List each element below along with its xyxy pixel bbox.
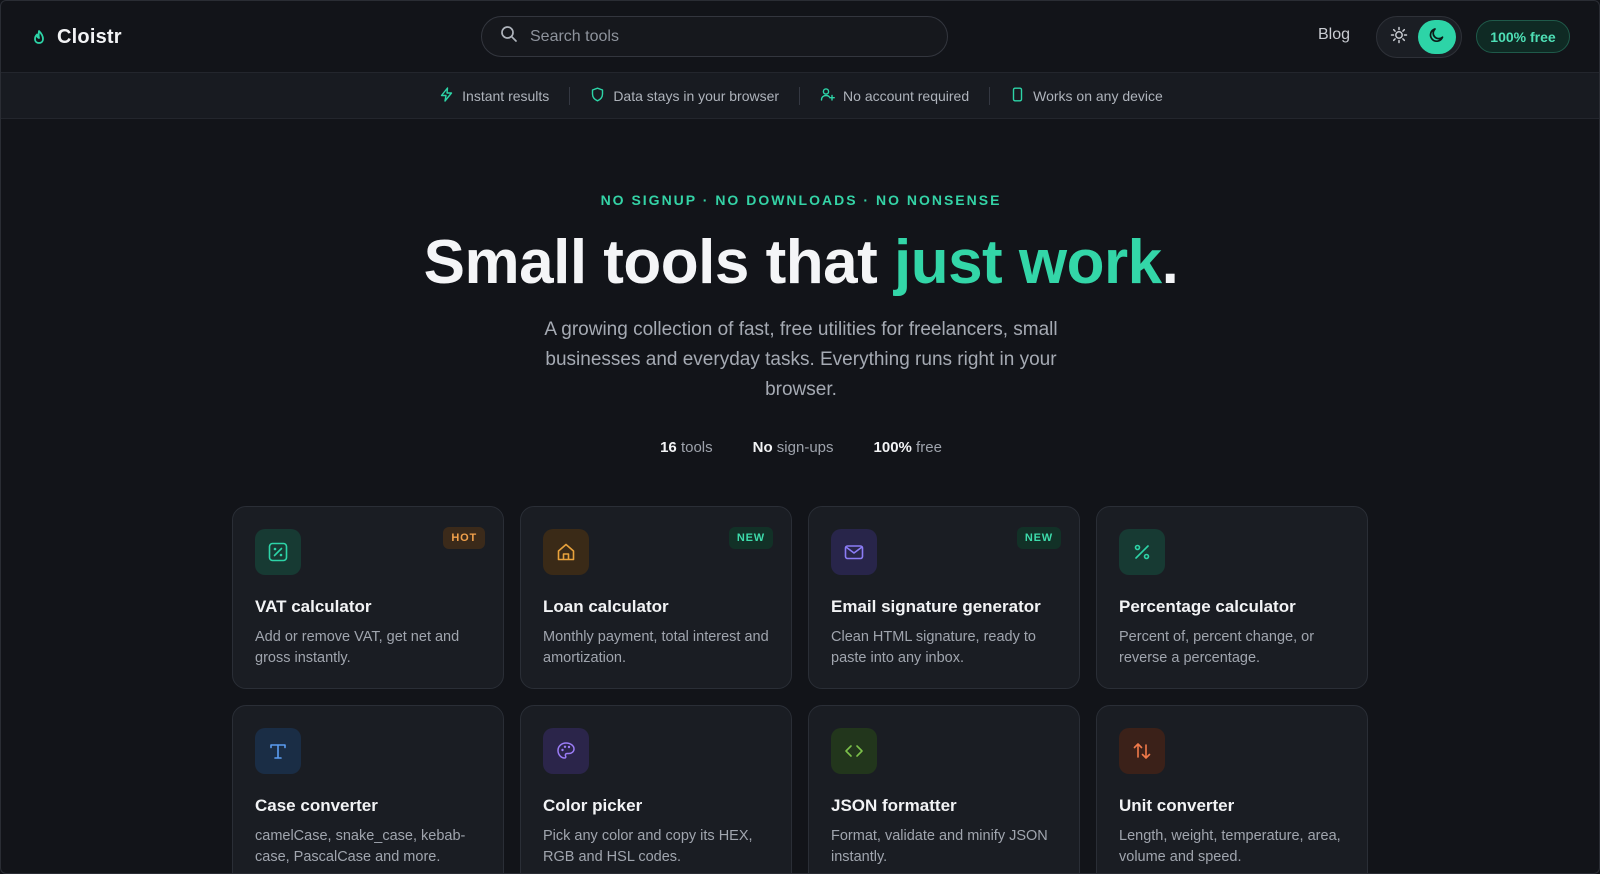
tool-title: Color picker <box>543 796 643 815</box>
top-navbar: Cloistr Blog 100% free <box>1 1 1599 73</box>
hero-eyebrow: NO SIGNUP · NO DOWNLOADS · NO NONSENSE <box>600 192 1002 208</box>
flame-icon <box>33 29 47 45</box>
percent-icon <box>1119 529 1165 575</box>
feature-no-account: No account required <box>800 87 989 105</box>
feature-any-device: Works on any device <box>990 87 1183 105</box>
dark-theme-button[interactable] <box>1418 20 1456 54</box>
theme-toggle[interactable] <box>1376 16 1462 58</box>
light-theme-button[interactable] <box>1380 20 1418 54</box>
stat-value: 100% <box>873 439 912 456</box>
stat-value: No <box>752 439 773 456</box>
tool-card-vat-calculator[interactable]: HOT VAT calculator Add or remove VAT, ge… <box>232 506 504 689</box>
code-icon <box>831 728 877 774</box>
tool-title: Case converter <box>255 796 378 815</box>
feature-label: Works on any device <box>1033 87 1163 104</box>
tool-description: Add or remove VAT, get net and gross ins… <box>255 629 460 666</box>
mail-icon <box>831 529 877 575</box>
stat-label: free <box>911 439 942 456</box>
stat-label: tools <box>676 439 713 456</box>
tool-card-color-picker[interactable]: Color picker Pick any color and copy its… <box>520 705 792 873</box>
palette-icon <box>543 728 589 774</box>
type-icon <box>255 728 301 774</box>
feature-label: Data stays in your browser <box>613 87 780 104</box>
feature-label: No account required <box>843 87 970 104</box>
house-icon <box>543 529 589 575</box>
user-plus-icon <box>820 87 835 105</box>
tool-title: JSON formatter <box>831 796 957 815</box>
stat-value: 16 <box>660 439 677 456</box>
tool-description: Monthly payment, total interest and amor… <box>543 629 769 666</box>
tools-grid: HOT VAT calculator Add or remove VAT, ge… <box>232 506 1370 873</box>
tool-description: Format, validate and minify JSON instant… <box>831 828 1048 865</box>
sun-icon <box>1390 26 1408 49</box>
swap-icon <box>1119 728 1165 774</box>
tool-description: Pick any color and copy its HEX, RGB and… <box>543 828 753 865</box>
brand-name: Cloistr <box>57 25 122 48</box>
tool-title: VAT calculator <box>255 597 372 616</box>
tool-description: Percent of, percent change, or reverse a… <box>1119 629 1315 666</box>
brand-logo-link[interactable]: Cloistr <box>33 23 122 51</box>
hero-subtitle: A growing collection of fast, free utili… <box>544 319 1058 400</box>
tool-title: Percentage calculator <box>1119 597 1296 616</box>
free-badge: 100% free <box>1476 20 1570 53</box>
headline-start: Small tools that <box>423 228 894 297</box>
hero-headline: Small tools that just work. <box>1 227 1599 298</box>
percent-box-icon <box>255 529 301 575</box>
blog-link[interactable]: Blog <box>1318 26 1350 44</box>
tool-description: Clean HTML signature, ready to paste int… <box>831 629 1036 666</box>
feature-label: Instant results <box>462 87 550 104</box>
tool-card-unit-converter[interactable]: Unit converter Length, weight, temperatu… <box>1096 705 1368 873</box>
stat-label: sign-ups <box>772 439 834 456</box>
tool-title: Loan calculator <box>543 597 669 616</box>
hot-badge: HOT <box>443 527 485 549</box>
stat-signups: No sign-ups <box>753 439 834 456</box>
shield-icon <box>590 87 605 105</box>
headline-end: . <box>1161 228 1179 297</box>
tool-card-case-converter[interactable]: Case converter camelCase, snake_case, ke… <box>232 705 504 873</box>
tool-card-email-signature-generator[interactable]: NEW Email signature generator Clean HTML… <box>808 506 1080 689</box>
phone-icon <box>1010 87 1025 105</box>
app-window: Cloistr Blog 100% free <box>0 0 1600 874</box>
moon-icon <box>1428 26 1446 49</box>
feature-data-in-browser: Data stays in your browser <box>570 87 799 105</box>
stat-tools: 16 tools <box>660 439 713 456</box>
search-input[interactable] <box>530 27 910 46</box>
bolt-icon <box>439 86 454 105</box>
new-badge: NEW <box>1016 527 1061 549</box>
tool-card-loan-calculator[interactable]: NEW Loan calculator Monthly payment, tot… <box>520 506 792 689</box>
tool-card-json-formatter[interactable]: JSON formatter Format, validate and mini… <box>808 705 1080 873</box>
stat-free: 100% free <box>874 439 942 456</box>
tool-title: Unit converter <box>1119 796 1235 815</box>
feature-instant-results: Instant results <box>419 86 569 105</box>
search-icon <box>500 25 518 48</box>
headline-accent: just work <box>893 228 1162 297</box>
tool-description: Length, weight, temperature, area, volum… <box>1119 828 1341 865</box>
tool-card-percentage-calculator[interactable]: Percentage calculator Percent of, percen… <box>1096 506 1368 689</box>
new-badge: NEW <box>728 527 773 549</box>
tool-description: camelCase, snake_case, kebab-case, Pasca… <box>255 828 466 865</box>
tool-title: Email signature generator <box>831 597 1041 616</box>
feature-strip: Instant results Data stays in your brows… <box>1 73 1599 119</box>
hero-stats: 16 tools No sign-ups 100% free <box>1 439 1599 456</box>
search-box[interactable] <box>481 16 948 57</box>
